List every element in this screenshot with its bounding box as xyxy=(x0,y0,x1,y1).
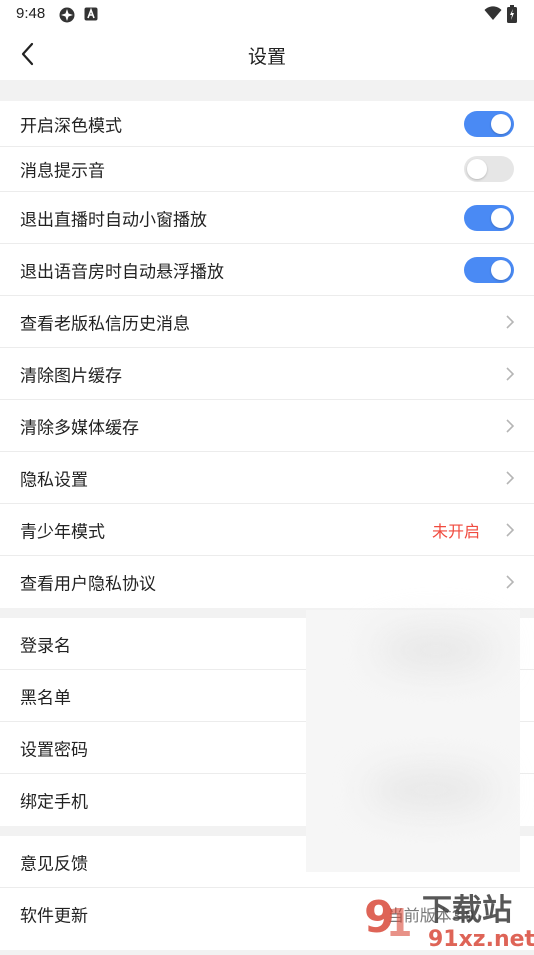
nav-bar: 设置 xyxy=(0,28,534,80)
setting-label: 清除多媒体缓存 xyxy=(20,418,139,437)
blur-smudge xyxy=(376,630,496,670)
setting-label: 开启深色模式 xyxy=(20,116,122,135)
setting-label: 设置密码 xyxy=(20,740,88,759)
setting-label: 退出语音房时自动悬浮播放 xyxy=(20,262,224,281)
live-mini-window-toggle[interactable] xyxy=(464,204,514,231)
setting-label: 意见反馈 xyxy=(20,854,88,873)
toggle-knob xyxy=(491,113,511,134)
keyboard-notification-icon xyxy=(84,7,98,26)
toggle-knob xyxy=(491,259,511,280)
voice-room-float-toggle[interactable] xyxy=(464,256,514,283)
toggle-knob xyxy=(467,159,487,179)
setting-privacy-agreement[interactable]: 查看用户隐私协议 xyxy=(0,556,534,608)
chevron-right-icon xyxy=(506,366,515,381)
site-watermark: 9 1 下载站 91xz.net xyxy=(360,884,534,952)
status-bar: 9:48 xyxy=(0,0,534,28)
setting-label: 清除图片缓存 xyxy=(20,366,122,385)
setting-dark-mode[interactable]: 开启深色模式 xyxy=(0,101,534,147)
setting-label: 登录名 xyxy=(20,636,71,655)
watermark-line2: 91xz.net xyxy=(428,927,534,950)
toggle-knob xyxy=(491,207,511,228)
setting-clear-media-cache[interactable]: 清除多媒体缓存 xyxy=(0,400,534,452)
setting-label: 绑定手机 xyxy=(20,792,88,812)
setting-live-mini-window[interactable]: 退出直播时自动小窗播放 xyxy=(0,192,534,244)
wifi-icon xyxy=(484,6,502,26)
setting-label: 退出直播时自动小窗播放 xyxy=(20,210,207,229)
setting-label: 查看老版私信历史消息 xyxy=(20,314,190,333)
setting-voice-room-float[interactable]: 退出语音房时自动悬浮播放 xyxy=(0,244,534,296)
blur-smudge xyxy=(366,770,496,810)
setting-label: 软件更新 xyxy=(20,906,88,926)
chevron-right-icon xyxy=(506,522,515,537)
svg-text:1: 1 xyxy=(386,901,412,945)
status-time: 9:48 xyxy=(16,5,46,22)
setting-message-sound[interactable]: 消息提示音 xyxy=(0,147,534,192)
setting-label: 消息提示音 xyxy=(20,161,105,181)
setting-privacy[interactable]: 隐私设置 xyxy=(0,452,534,504)
teen-mode-status: 未开启 xyxy=(431,523,480,541)
setting-label: 黑名单 xyxy=(20,688,71,707)
battery-icon xyxy=(507,5,517,28)
setting-label: 青少年模式 xyxy=(20,522,105,541)
setting-label: 隐私设置 xyxy=(20,470,88,489)
setting-old-messages[interactable]: 查看老版私信历史消息 xyxy=(0,296,534,348)
blurred-overlay xyxy=(306,610,520,872)
setting-clear-image-cache[interactable]: 清除图片缓存 xyxy=(0,348,534,400)
app-notification-icon xyxy=(58,6,76,29)
setting-label: 查看用户隐私协议 xyxy=(20,574,156,594)
chevron-right-icon xyxy=(506,470,515,485)
chevron-right-icon xyxy=(506,418,515,433)
watermark-logo: 9 1 下载站 91xz.net xyxy=(364,892,534,952)
watermark-line1: 下载站 xyxy=(422,893,512,928)
settings-group-main: 开启深色模式 消息提示音 退出直播时自动小窗播放 退出语音房时自动悬浮播放 查看… xyxy=(0,101,534,608)
page-title: 设置 xyxy=(247,47,286,68)
dark-mode-toggle[interactable] xyxy=(464,110,514,137)
chevron-right-icon xyxy=(506,575,515,589)
setting-teen-mode[interactable]: 青少年模式 未开启 xyxy=(0,504,534,556)
chevron-right-icon xyxy=(506,314,515,329)
message-sound-toggle[interactable] xyxy=(464,156,514,182)
